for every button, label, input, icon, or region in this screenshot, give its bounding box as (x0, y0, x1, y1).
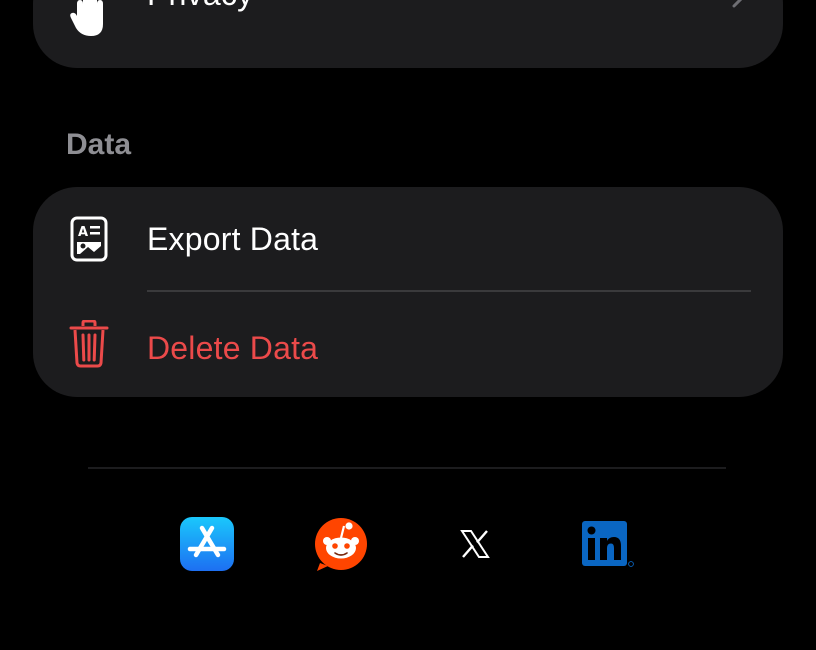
export-document-icon: A (67, 215, 111, 263)
export-data-row[interactable]: A Export Data (33, 187, 783, 291)
footer-divider (88, 467, 726, 469)
linkedin-icon (582, 521, 634, 567)
trash-icon (67, 320, 111, 368)
app-store-link[interactable] (180, 517, 234, 571)
section-header-data: Data (66, 128, 132, 161)
x-icon (460, 530, 490, 558)
app-store-icon (180, 517, 234, 571)
linkedin-link[interactable] (580, 517, 634, 571)
data-group: A Export Data Delete Data (33, 187, 783, 397)
reddit-link[interactable] (314, 517, 368, 571)
settings-screen: Privacy Data A Export Data (0, 0, 816, 650)
delete-data-row[interactable]: Delete Data (33, 292, 783, 397)
x-link[interactable] (448, 517, 502, 571)
hand-raised-icon (67, 0, 111, 42)
privacy-group: Privacy (33, 0, 783, 68)
reddit-icon (315, 518, 367, 571)
export-data-label: Export Data (147, 221, 319, 257)
chevron-right-icon (732, 0, 743, 8)
delete-data-label: Delete Data (147, 330, 319, 366)
privacy-row[interactable]: Privacy (33, 0, 783, 68)
privacy-label: Privacy (147, 0, 253, 13)
svg-text:A: A (78, 225, 88, 240)
